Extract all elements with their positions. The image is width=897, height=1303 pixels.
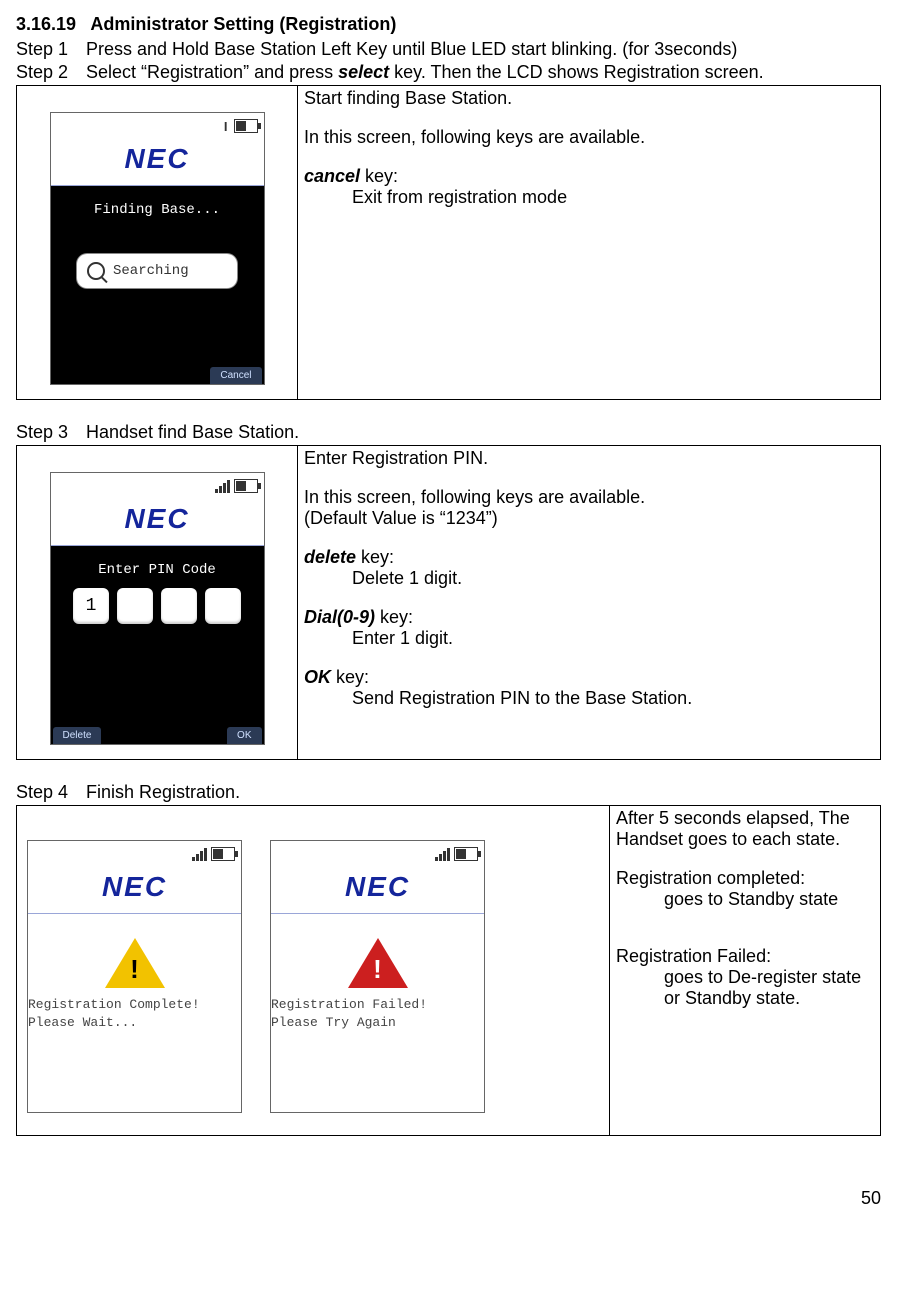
panel-1-description: Start finding Base Station. In this scre… [298, 86, 881, 400]
status-bar [51, 473, 264, 499]
no-signal-icon: I [224, 119, 228, 134]
searching-text: Searching [113, 263, 189, 279]
step-label: Step 2 [16, 62, 86, 83]
finding-base-text: Finding Base... [51, 196, 264, 218]
section-title-text: Administrator Setting (Registration) [90, 14, 396, 34]
panel-3-description: After 5 seconds elapsed, The Handset goe… [610, 806, 881, 1136]
pin-input-row: 1 [51, 588, 264, 624]
error-icon: ! [348, 938, 408, 988]
warning-icon: ! [105, 938, 165, 988]
battery-icon [454, 847, 478, 861]
panel-1: I NEC Finding Base... Searching Cancel [16, 85, 881, 400]
phone-screenshot-cell: NEC ! Registration Complete! Please Wait… [17, 806, 610, 1136]
step-text: Handset find Base Station. [86, 422, 881, 443]
pin-digit-1[interactable]: 1 [73, 588, 109, 624]
softkey-cancel[interactable]: Cancel [210, 367, 261, 384]
signal-icon [192, 848, 207, 861]
brand-banner: NEC [51, 499, 264, 546]
pin-digit-3[interactable] [161, 588, 197, 624]
panel-2: NEC Enter PIN Code 1 Delete OK [16, 445, 881, 760]
panel-2-description: Enter Registration PIN. In this screen, … [298, 446, 881, 760]
search-icon [87, 262, 105, 280]
step-label: Step 1 [16, 39, 86, 60]
searching-popup: Searching [77, 254, 237, 288]
phone-screenshot-cell: I NEC Finding Base... Searching Cancel [17, 86, 298, 400]
status-bar [28, 841, 241, 867]
delete-key-name: delete [304, 547, 356, 567]
pin-digit-2[interactable] [117, 588, 153, 624]
step-1: Step 1 Press and Hold Base Station Left … [16, 39, 881, 60]
phone-mock-pin: NEC Enter PIN Code 1 Delete OK [50, 472, 265, 745]
step-label: Step 3 [16, 422, 86, 443]
battery-icon [211, 847, 235, 861]
phone-screenshot-cell: NEC Enter PIN Code 1 Delete OK [17, 446, 298, 760]
signal-icon [435, 848, 450, 861]
select-key-emph: select [338, 62, 389, 82]
reg-failed-text: Registration Failed! Please Try Again [271, 996, 484, 1031]
dial-key-name: Dial(0-9) [304, 607, 375, 627]
step-3: Step 3 Handset find Base Station. [16, 422, 881, 443]
step-label: Step 4 [16, 782, 86, 803]
step-4: Step 4 Finish Registration. [16, 782, 881, 803]
ok-key-name: OK [304, 667, 331, 687]
reg-complete-text: Registration Complete! Please Wait... [28, 996, 241, 1031]
brand-banner: NEC [28, 867, 241, 914]
status-bar [271, 841, 484, 867]
softkey-delete[interactable]: Delete [53, 727, 102, 744]
softkey-ok[interactable]: OK [227, 727, 261, 744]
step-2: Step 2 Select “Registration” and press s… [16, 62, 881, 83]
battery-icon [234, 119, 258, 133]
step-text: Finish Registration. [86, 782, 881, 803]
signal-icon [215, 480, 230, 493]
brand-banner: NEC [271, 867, 484, 914]
phone-mock-finding: I NEC Finding Base... Searching Cancel [50, 112, 265, 385]
panel-3: NEC ! Registration Complete! Please Wait… [16, 805, 881, 1136]
step-text: Press and Hold Base Station Left Key unt… [86, 39, 881, 60]
enter-pin-label: Enter PIN Code [51, 556, 264, 578]
phone-mock-failed: NEC ! Registration Failed! Please Try Ag… [270, 840, 485, 1113]
cancel-key-name: cancel [304, 166, 360, 186]
battery-icon [234, 479, 258, 493]
section-number: 3.16.19 [16, 14, 76, 34]
step-text: Select “Registration” and press select k… [86, 62, 881, 83]
pin-digit-4[interactable] [205, 588, 241, 624]
status-bar: I [51, 113, 264, 139]
page-number: 50 [16, 1188, 881, 1209]
section-heading: 3.16.19 Administrator Setting (Registrat… [16, 14, 881, 35]
phone-mock-complete: NEC ! Registration Complete! Please Wait… [27, 840, 242, 1113]
brand-banner: NEC [51, 139, 264, 186]
